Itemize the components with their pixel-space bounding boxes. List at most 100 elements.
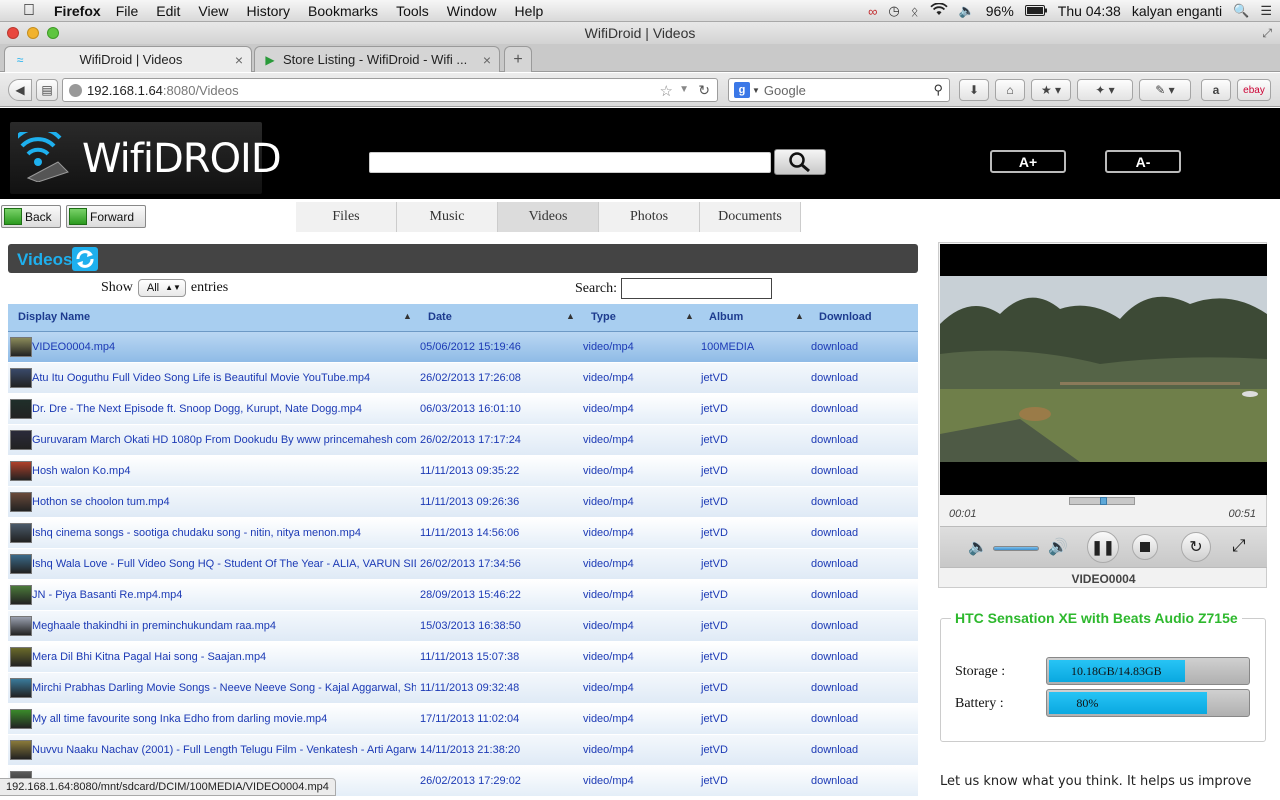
download-link[interactable]: download	[811, 589, 858, 601]
download-link[interactable]: download	[811, 434, 858, 446]
menu-tab-files[interactable]: Files	[296, 202, 397, 232]
pause-button[interactable]: ❚❚	[1087, 531, 1119, 563]
close-tab-icon[interactable]: ×	[483, 52, 491, 68]
download-link[interactable]: download	[811, 496, 858, 508]
video-name-cell[interactable]: VIDEO0004.mp4	[32, 341, 416, 353]
menu-tools[interactable]: Tools	[396, 3, 429, 19]
table-row[interactable]: Ishq cinema songs - sootiga chudaku song…	[8, 518, 918, 549]
browser-search-bar[interactable]: g ▼ Google ⚲	[728, 78, 950, 102]
video-frame[interactable]	[940, 244, 1267, 495]
video-name-cell[interactable]: My all time favourite song Inka Edho fro…	[32, 713, 416, 725]
download-link[interactable]: download	[811, 651, 858, 663]
download-link[interactable]: download	[811, 682, 858, 694]
table-row[interactable]: Mera Dil Bhi Kitna Pagal Hai song - Saaj…	[8, 642, 918, 673]
volume-icon[interactable]: 🔈	[959, 3, 975, 19]
col-download[interactable]: Download	[819, 311, 872, 323]
close-window-icon[interactable]	[7, 27, 19, 39]
download-link[interactable]: download	[811, 527, 858, 539]
font-increase-button[interactable]: A+	[990, 150, 1066, 173]
video-thumbnail[interactable]	[10, 678, 32, 698]
video-name-cell[interactable]: Hothon se choolon tum.mp4	[32, 496, 416, 508]
url-dropdown-icon[interactable]: ▼	[679, 84, 689, 95]
browser-back-button[interactable]: ◀	[8, 79, 32, 101]
reload-icon[interactable]: ↻	[698, 82, 710, 99]
table-row[interactable]: Hosh walon Ko.mp4 11/11/2013 09:35:22 vide…	[8, 456, 918, 487]
url-bar[interactable]: 192.168.1.64:8080/Videos ☆ ▼ ↻	[62, 78, 718, 102]
menu-edit[interactable]: Edit	[156, 3, 180, 19]
download-link[interactable]: download	[811, 465, 858, 477]
table-row[interactable]: Meghaale thakindhi in preminchukundam ra…	[8, 611, 918, 642]
volume-slider[interactable]	[993, 546, 1039, 551]
col-display-name[interactable]: Display Name	[18, 311, 90, 323]
addon-button[interactable]: ✦ ▾	[1077, 79, 1133, 101]
table-row[interactable]: Ishq Wala Love - Full Video Song HQ - St…	[8, 549, 918, 580]
video-thumbnail[interactable]	[10, 368, 32, 388]
col-type[interactable]: Type	[591, 311, 616, 323]
download-link[interactable]: download	[811, 713, 858, 725]
table-row[interactable]: VIDEO0004.mp4 05/06/2012 15:19:46 video/mp…	[8, 332, 918, 363]
google-engine-icon[interactable]: g	[734, 82, 750, 98]
col-album[interactable]: Album	[709, 311, 743, 323]
menu-history[interactable]: History	[246, 3, 290, 19]
site-search-input[interactable]	[369, 152, 771, 173]
menu-window[interactable]: Window	[447, 3, 497, 19]
video-thumbnail[interactable]	[10, 585, 32, 605]
video-thumbnail[interactable]	[10, 523, 32, 543]
table-row[interactable]: Atu Itu Ooguthu Full Video Song Life is …	[8, 363, 918, 394]
refresh-icon[interactable]	[72, 247, 98, 271]
clock[interactable]: Thu 04:38	[1058, 3, 1121, 19]
video-name-cell[interactable]: JN - Piya Basanti Re.mp4.mp4	[32, 589, 416, 601]
table-row[interactable]: My all time favourite song Inka Edho fro…	[8, 704, 918, 735]
video-name-cell[interactable]: Meghaale thakindhi in preminchukundam ra…	[32, 620, 416, 632]
download-link[interactable]: download	[811, 403, 858, 415]
new-tab-button[interactable]: +	[504, 46, 532, 72]
table-search-input[interactable]	[620, 278, 772, 299]
tab-store-listing[interactable]: ▶ Store Listing - WifiDroid - Wifi ... ×	[254, 46, 500, 72]
video-name-cell[interactable]: Mirchi Prabhas Darling Movie Songs - Nee…	[32, 682, 416, 694]
stop-button[interactable]	[1132, 534, 1158, 560]
tools-button[interactable]: ✎ ▾	[1139, 79, 1191, 101]
wifidroid-logo[interactable]: WifiDROID	[10, 122, 282, 194]
battery-icon[interactable]	[1024, 4, 1047, 19]
download-link[interactable]: download	[811, 744, 858, 756]
menu-help[interactable]: Help	[515, 3, 544, 19]
bookmarks-menu-button[interactable]: ★ ▾	[1031, 79, 1071, 101]
menu-tab-music[interactable]: Music	[397, 202, 498, 232]
col-date[interactable]: Date	[428, 311, 452, 323]
video-thumbnail[interactable]	[10, 740, 32, 760]
menu-bookmarks[interactable]: Bookmarks	[308, 3, 378, 19]
mute-icon[interactable]: 🔈	[968, 537, 988, 557]
wifi-icon[interactable]	[929, 2, 948, 19]
sort-asc-icon[interactable]: ▲	[795, 311, 804, 321]
time-machine-icon[interactable]: ◷	[888, 3, 899, 19]
spotlight-search-icon[interactable]: 🔍	[1233, 3, 1249, 19]
minimize-window-icon[interactable]	[27, 27, 39, 39]
menu-tab-videos[interactable]: Videos	[498, 202, 599, 232]
download-link[interactable]: download	[811, 620, 858, 632]
entries-select[interactable]: All ▲▼	[137, 279, 186, 297]
history-button[interactable]: ▤	[36, 79, 58, 101]
fullscreen-icon[interactable]: ⤢	[1232, 536, 1246, 556]
table-row[interactable]: Hothon se choolon tum.mp4 11/11/2013 09:2…	[8, 487, 918, 518]
menu-view[interactable]: View	[198, 3, 228, 19]
table-row[interactable]: Nuvvu Naaku Nachav (2001) - Full Length …	[8, 735, 918, 766]
loop-button[interactable]: ↻	[1181, 532, 1211, 562]
video-name-cell[interactable]: Guruvaram March Okati HD 1080p From Dook…	[32, 434, 416, 446]
video-thumbnail[interactable]	[10, 430, 32, 450]
menu-file[interactable]: File	[116, 3, 139, 19]
progress-knob[interactable]	[1100, 497, 1107, 505]
close-tab-icon[interactable]: ×	[235, 52, 243, 68]
download-link[interactable]: download	[811, 775, 858, 787]
table-row[interactable]: Dr. Dre - The Next Episode ft. Snoop Dog…	[8, 394, 918, 425]
bluetooth-icon[interactable]: ᛟ	[911, 4, 919, 19]
video-name-cell[interactable]: Ishq Wala Love - Full Video Song HQ - St…	[32, 558, 416, 570]
video-name-cell[interactable]: Hosh walon Ko.mp4	[32, 465, 416, 477]
site-forward-button[interactable]: Forward	[66, 205, 146, 228]
menu-app-name[interactable]: Firefox	[54, 3, 101, 19]
table-row[interactable]: Mirchi Prabhas Darling Movie Songs - Nee…	[8, 673, 918, 704]
video-progress-bar[interactable]	[1069, 497, 1135, 505]
font-decrease-button[interactable]: A-	[1105, 150, 1181, 173]
infinity-icon[interactable]: ∞	[868, 4, 877, 19]
video-name-cell[interactable]: Ishq cinema songs - sootiga chudaku song…	[32, 527, 416, 539]
video-thumbnail[interactable]	[10, 554, 32, 574]
